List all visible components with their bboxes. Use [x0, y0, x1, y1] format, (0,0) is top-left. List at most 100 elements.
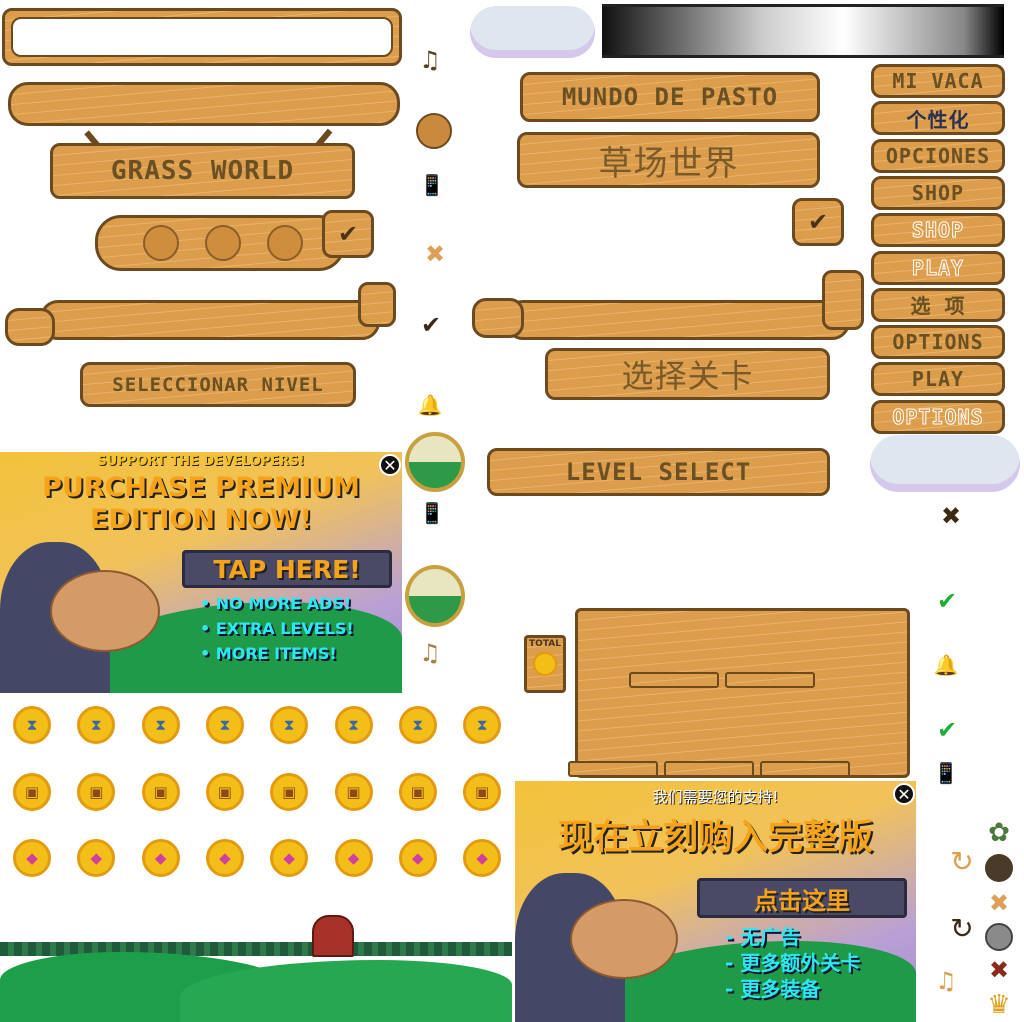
share-circle-icon[interactable]: [143, 225, 179, 261]
ad-bullet: • MORE ITEMS!: [200, 644, 337, 663]
check-green-icon[interactable]: ✔: [932, 586, 962, 616]
premium-ad-chinese[interactable]: 我们需要您的支持! 现在立刻购入完整版 点击这里 - 无广告 - 更多额外关卡 …: [515, 781, 916, 1022]
seleccionar-nivel-label: SELECCIONAR NIVEL: [112, 373, 324, 396]
cow-muzzle: [50, 570, 160, 652]
chinese-level-select-label: 选择关卡: [621, 357, 754, 395]
dark-circle-icon: [985, 854, 1013, 882]
menu-button[interactable]: PLAY: [871, 362, 1005, 397]
menu-button[interactable]: 选 项: [871, 287, 1005, 322]
close-icon[interactable]: ✕: [379, 454, 401, 476]
menu-button[interactable]: OPTIONS: [871, 399, 1005, 434]
value-slot-4: [664, 761, 754, 777]
value-slot-3: [568, 761, 658, 777]
level-select-sign: LEVEL SELECT: [487, 448, 830, 496]
barn: [312, 915, 354, 957]
hourglass-coin-icon: ⧗: [334, 706, 373, 744]
phone-icon-2[interactable]: 📱: [926, 758, 966, 788]
back-arrow-plank-2[interactable]: [472, 298, 524, 338]
refresh-icon[interactable]: ↻: [946, 845, 978, 878]
hourglass-coin-icon: ⧗: [463, 706, 502, 744]
level-select-label: LEVEL SELECT: [565, 458, 752, 486]
total-panel: [575, 608, 910, 778]
bell-icon[interactable]: 🔔: [412, 390, 448, 420]
total-coin-icon: [533, 652, 557, 676]
cloud: [470, 6, 595, 58]
cross-icon[interactable]: ✖: [420, 240, 450, 268]
menu-button[interactable]: PLAY: [871, 250, 1005, 285]
ad-bullet-cn: - 无广告: [725, 925, 801, 949]
tap-here-button-cn[interactable]: 点击这里: [697, 878, 907, 918]
gem-coin-icon: ◆: [13, 839, 51, 877]
gem-coin-icon: ◆: [463, 839, 502, 877]
check-green-icon-2[interactable]: ✔: [932, 715, 962, 745]
chest-coin-icon: ▣: [463, 772, 502, 811]
check-sign-icon-2[interactable]: ✔: [792, 198, 844, 246]
gem-coin-icon: ◆: [398, 839, 437, 877]
menu-button[interactable]: OPTIONS: [871, 325, 1005, 360]
corner-post-2: [822, 270, 864, 330]
check-icon[interactable]: ✔: [416, 310, 446, 340]
menu-button[interactable]: 个性化: [871, 101, 1005, 136]
wood-plank: [8, 82, 400, 126]
chinese-level-select-sign: 选择关卡: [545, 348, 830, 400]
share-bar: [95, 215, 345, 271]
music-note-icon-3[interactable]: ♫: [928, 966, 964, 996]
value-slot-5: [760, 761, 850, 777]
white-text-panel: [2, 8, 402, 66]
grass-world-label: GRASS WORLD: [110, 156, 295, 186]
total-label: TOTAL: [529, 639, 561, 649]
level-select-frame-right: [505, 300, 850, 340]
chest-coin-icon: ▣: [205, 772, 244, 811]
farm-landscape: [0, 930, 512, 1022]
check-sign-icon[interactable]: ✔: [322, 210, 374, 258]
chest-coin-icon: ▣: [13, 772, 51, 811]
mail-circle-icon[interactable]: [267, 225, 303, 261]
music-note-icon[interactable]: ♫: [412, 45, 448, 75]
metal-gradient-bar: [602, 4, 1004, 58]
chest-coin-icon: ▣: [334, 772, 373, 811]
gem-coin-icon: ◆: [141, 839, 180, 877]
menu-button[interactable]: OPCIONES: [871, 138, 1005, 173]
chest-coin-icon: ▣: [141, 772, 180, 811]
chest-coin-icon: ▣: [398, 772, 437, 811]
crown-icon: ♛: [987, 990, 1011, 1020]
gem-coin-icon: ◆: [77, 839, 116, 877]
tap-here-button[interactable]: TAP HERE!: [182, 550, 392, 588]
support-text: SUPPORT THE DEVELOPERS!: [97, 454, 305, 469]
hourglass-circle-icon[interactable]: [205, 225, 241, 261]
ad-headline-cn: 现在立刻购入完整版: [557, 818, 873, 858]
grass-world-sign: GRASS WORLD: [50, 143, 355, 199]
hourglass-coin-icon: ⧗: [270, 706, 309, 744]
phone-vibrate-icon[interactable]: 📱: [412, 170, 452, 200]
chest-coin-icon: ▣: [77, 772, 116, 811]
menu-button[interactable]: SHOP: [871, 175, 1005, 210]
level-thumbnail-1[interactable]: [405, 432, 465, 492]
back-arrow-plank[interactable]: [5, 308, 55, 346]
brown-circle-icon: [416, 113, 452, 149]
ad-bullet: • NO MORE ADS!: [200, 594, 352, 613]
cross-tan-icon[interactable]: ✖: [986, 889, 1012, 917]
level-thumbnail-2[interactable]: [405, 565, 465, 627]
refresh-dark-icon[interactable]: ↻: [946, 912, 978, 945]
music-note-icon-2[interactable]: ♫: [412, 638, 448, 668]
gem-coin-icon: ◆: [270, 839, 309, 877]
cross-icon-dark[interactable]: ✖: [936, 502, 966, 530]
menu-button[interactable]: SHOP: [871, 213, 1005, 248]
corner-post: [358, 282, 396, 327]
close-icon-cn[interactable]: ✕: [893, 783, 915, 805]
phone-icon[interactable]: 📱: [412, 498, 452, 528]
value-slot-1: [629, 672, 719, 688]
gem-coin-icon: ◆: [205, 839, 244, 877]
cow-muzzle: [570, 899, 678, 979]
hourglass-coin-icon: ⧗: [13, 706, 51, 744]
hourglass-coin-icon: ⧗: [205, 706, 244, 744]
bell-icon-2[interactable]: 🔔: [928, 650, 964, 680]
menu-button[interactable]: MI VACA: [871, 64, 1005, 98]
hourglass-coin-icon: ⧗: [398, 706, 437, 744]
hourglass-coin-icon: ⧗: [141, 706, 180, 744]
chinese-grass-world-label: 草场世界: [598, 143, 739, 184]
seleccionar-nivel-sign: SELECCIONAR NIVEL: [80, 362, 356, 407]
cross-red-icon[interactable]: ✖: [986, 956, 1012, 984]
ad-headline-2: EDITION NOW!: [90, 504, 312, 535]
premium-ad-english[interactable]: SUPPORT THE DEVELOPERS! PURCHASE PREMIUM…: [0, 452, 402, 693]
